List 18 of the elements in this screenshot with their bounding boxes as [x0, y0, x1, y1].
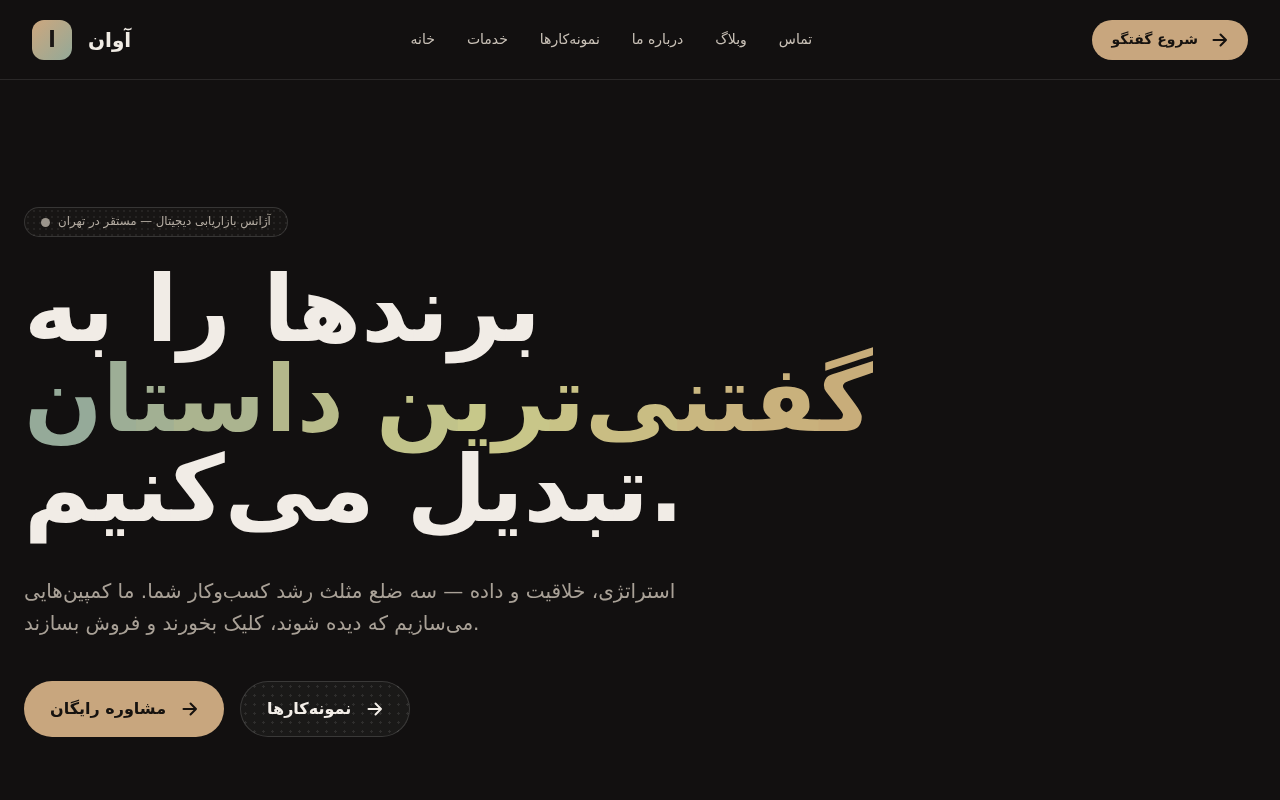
portfolio-button[interactable]: نمونه‌کارها [240, 681, 411, 737]
nav-link[interactable]: درباره ما [631, 29, 684, 50]
dot-icon [41, 217, 50, 227]
nav-link[interactable]: خدمات [466, 29, 508, 50]
badge-text: آژانس بازاریابی دیجیتال — مستقر در تهران [58, 213, 271, 231]
arrow-right-icon [182, 701, 199, 717]
nav-link[interactable]: نمونه‌کارها [539, 29, 600, 50]
start-chat-button[interactable]: شروع گفتگو [1091, 19, 1248, 60]
logo-tile: ا [32, 19, 72, 60]
nav-link[interactable]: تماس [778, 29, 813, 50]
hero-headline: برندها را به گفتنی‌ترین داستان تبدیل می‌کنیم. [24, 255, 874, 546]
arrow-right-icon [1212, 31, 1228, 48]
consultation-button[interactable]: مشاوره رایگان [24, 681, 225, 737]
arrow-right-icon [367, 701, 384, 717]
hero-description: استراتژی، خلاقیت و داده — سه ضلع مثلث رشد کسب‌وکار شما. ما کمپین‌هایی می‌سازیم که دیده شوند، کلیک بخورند و فروش بسازند. [24, 578, 677, 637]
nav-link[interactable]: وبلاگ [715, 29, 747, 50]
brand-name: آوان [88, 26, 132, 54]
nav-link[interactable]: خانه [410, 29, 435, 50]
